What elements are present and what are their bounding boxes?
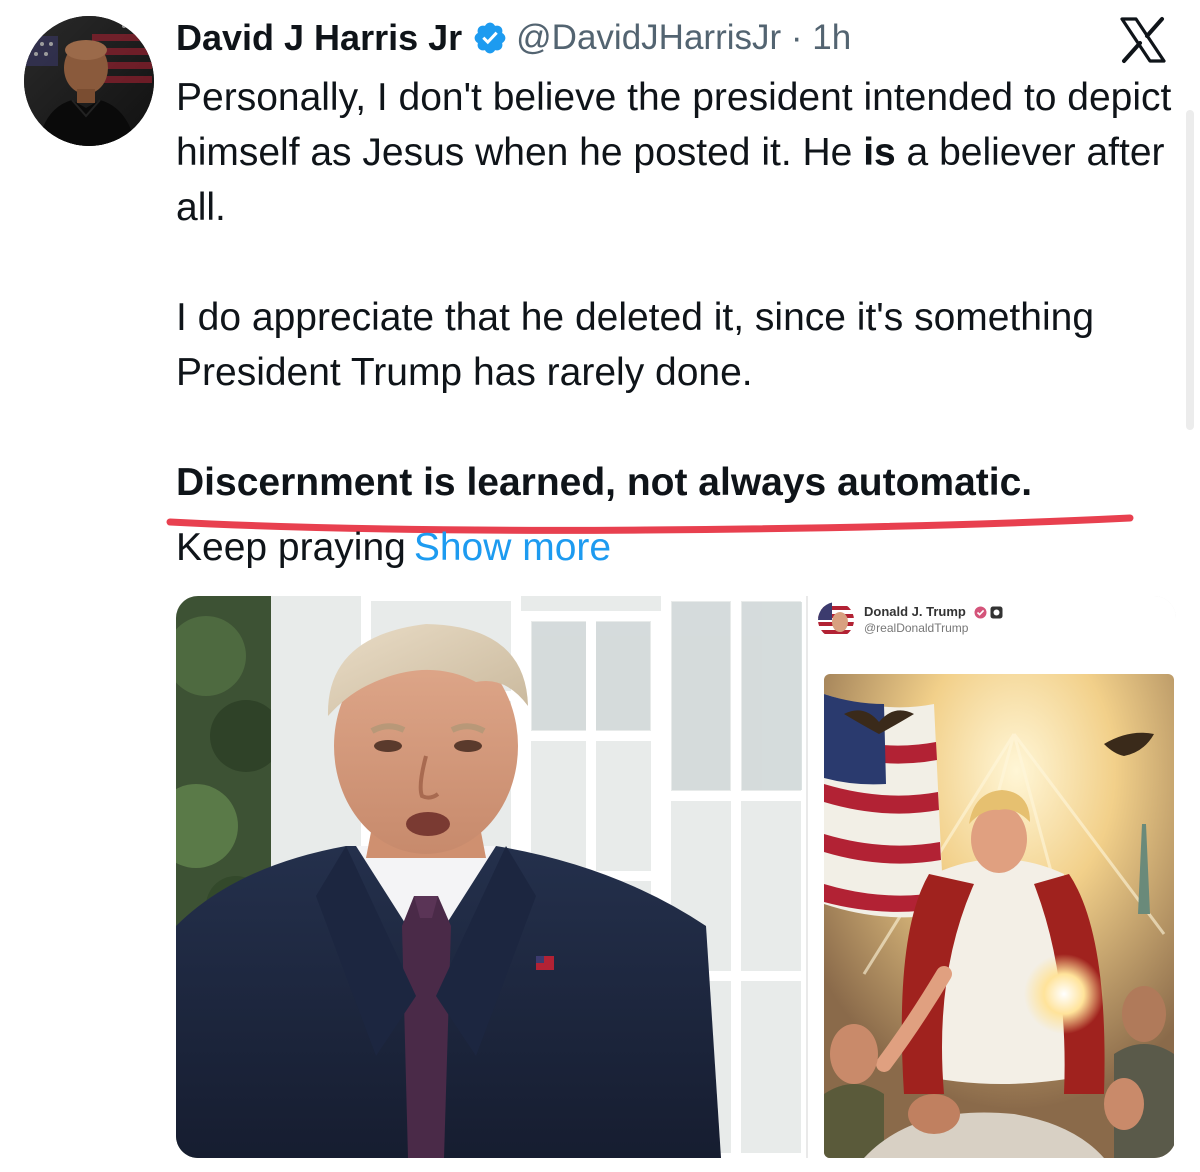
media-image-right[interactable]: Donald J. Trump @realDonaldTrump bbox=[808, 596, 1176, 1158]
scrollbar[interactable] bbox=[1186, 110, 1194, 430]
embedded-post-header: Donald J. Trump @realDonaldTrump bbox=[818, 598, 1003, 642]
embedded-handle: @realDonaldTrump bbox=[864, 621, 969, 635]
president-photo-icon bbox=[176, 596, 806, 1158]
tweet-paragraph-1: Personally, I don't believe the presiden… bbox=[176, 70, 1186, 235]
embedded-display-name: Donald J. Trump bbox=[864, 604, 1003, 620]
author-handle-time[interactable]: @DavidJHarrisJr · 1h bbox=[516, 18, 851, 58]
tweet-header: David J Harris Jr @DavidJHarrisJr · 1h bbox=[176, 12, 851, 64]
embedded-affiliate-icon bbox=[990, 606, 1003, 619]
author-avatar[interactable] bbox=[24, 16, 154, 146]
embedded-verified-icon bbox=[974, 606, 987, 619]
painting-image-icon bbox=[824, 674, 1174, 1158]
author-display-name[interactable]: David J Harris Jr bbox=[176, 17, 462, 59]
tweet-media[interactable]: Donald J. Trump @realDonaldTrump bbox=[176, 596, 1176, 1158]
tweet-emphasis-is: is bbox=[863, 131, 896, 174]
tweet: David J Harris Jr @DavidJHarrisJr · 1h P… bbox=[0, 0, 1200, 1172]
embedded-painting bbox=[824, 674, 1174, 1158]
keep-praying-text: Keep praying bbox=[176, 526, 406, 569]
avatar-photo-icon bbox=[24, 16, 154, 146]
tweet-paragraph-2: I do appreciate that he deleted it, sinc… bbox=[176, 296, 1095, 394]
show-more-link[interactable]: Show more bbox=[414, 526, 611, 569]
embedded-avatar-icon bbox=[818, 602, 854, 638]
embedded-badges bbox=[974, 606, 1003, 619]
media-image-left[interactable] bbox=[176, 596, 806, 1158]
tweet-truncated-line: Keep praying Show more bbox=[176, 522, 611, 574]
tweet-body: Personally, I don't believe the presiden… bbox=[176, 70, 1186, 510]
verified-badge-icon bbox=[472, 20, 508, 56]
x-logo-icon bbox=[1118, 16, 1168, 64]
embedded-name-text: Donald J. Trump bbox=[864, 604, 966, 619]
